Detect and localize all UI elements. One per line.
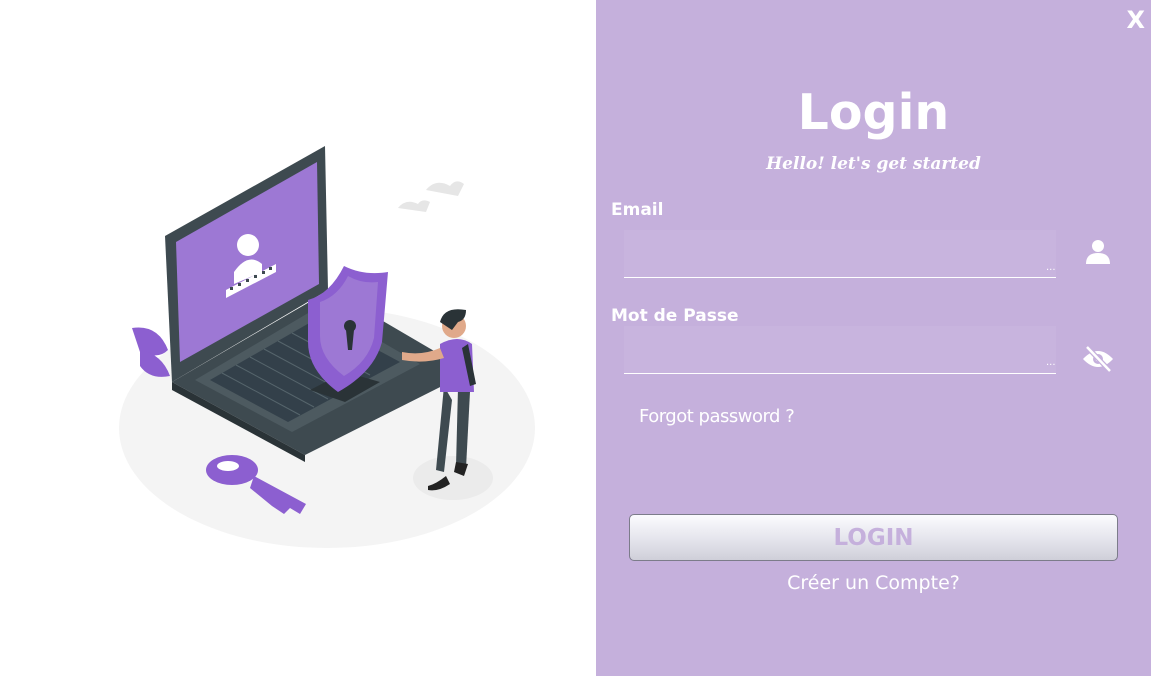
login-button[interactable]: LOGIN [629, 514, 1118, 561]
email-label: Email [611, 200, 664, 220]
page-title: Login [797, 84, 950, 141]
laptop-security-illustration [119, 146, 535, 548]
create-account-link[interactable]: Créer un Compte? [596, 572, 1151, 594]
page-subtitle: Hello! let's get started [766, 154, 981, 174]
email-field[interactable] [624, 230, 1056, 278]
email-field-overflow: ... [1046, 262, 1056, 273]
user-icon [1085, 238, 1111, 270]
forgot-password-link[interactable]: Forgot password ? [639, 406, 795, 427]
login-panel: X Login Hello! let's get started Email .… [596, 0, 1151, 676]
eye-slash-icon[interactable] [1081, 344, 1115, 378]
password-label: Mot de Passe [611, 306, 739, 326]
illustration-pane [0, 0, 596, 679]
password-field[interactable] [624, 326, 1056, 374]
close-button[interactable]: X [1126, 6, 1145, 34]
password-field-overflow: ... [1046, 357, 1056, 368]
